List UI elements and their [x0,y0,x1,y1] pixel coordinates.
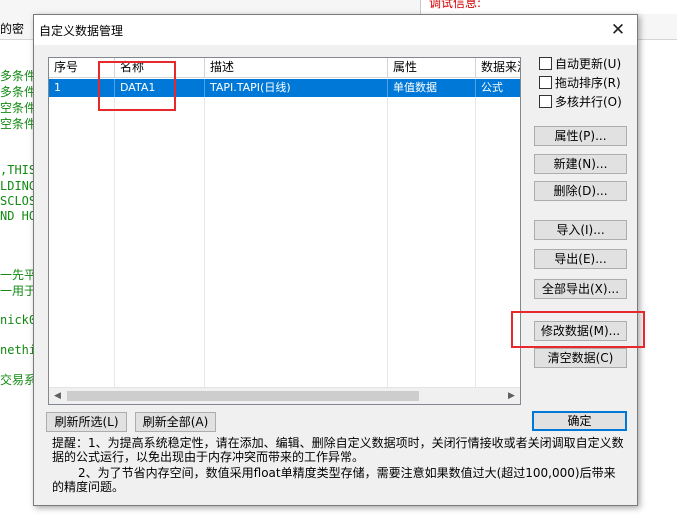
export-all-button[interactable]: 全部导出(X)... [534,279,627,299]
drag-sort-label: 拖动排序(R) [555,75,621,90]
drag-sort-option[interactable]: 拖动排序(R) [539,74,621,90]
code-line: 交易系 [0,373,37,387]
code-line: nick0 [0,313,37,327]
import-button[interactable]: 导入(I)... [534,220,627,240]
column-header-description[interactable]: 描述 [205,58,388,78]
modify-data-button[interactable]: 修改数据(M)... [534,321,627,341]
export-button[interactable]: 导出(E)... [534,249,627,269]
clear-data-button[interactable]: 清空数据(C) [534,348,627,368]
auto-update-option[interactable]: 自动更新(U) [539,55,621,71]
annotation-highlight-name-column [98,61,176,111]
scroll-left-icon[interactable]: ◀ [49,388,66,404]
column-header-source[interactable]: 数据来源 [476,58,520,78]
multi-core-label: 多核并行(O) [555,94,622,109]
column-header-attribute[interactable]: 属性 [388,58,476,78]
scroll-right-icon[interactable]: ▶ [503,388,520,404]
code-line: ,THIS [0,163,37,177]
auto-update-checkbox[interactable] [539,56,552,70]
column-divider [387,97,388,387]
background-menu-text[interactable]: 的密 [0,20,24,37]
code-line: 一先平 [0,268,37,282]
refresh-selected-button[interactable]: 刷新所选(L) [46,412,127,432]
code-line: 多条件 [0,85,37,99]
column-divider [114,97,115,387]
notice-line-1: 提醒：1、为提高系统稳定性，请在添加、编辑、删除自定义数据项时，关闭行情接收或者… [52,436,624,464]
debug-info-label: 调试信息: [429,0,482,10]
cell-description: TAPI.TAPI(日线) [205,79,388,97]
code-line: 空条件 [0,117,37,131]
custom-data-dialog: 自定义数据管理 ✕ 序号 名称 描述 属性 数据来源 1 DATA1 TAPI.… [33,14,645,506]
cell-attribute: 单值数据 [388,79,476,97]
dialog-titlebar[interactable]: 自定义数据管理 ✕ [34,15,637,45]
dialog-title: 自定义数据管理 [39,24,124,38]
code-line: 一用于 [0,284,37,298]
close-button[interactable]: ✕ [607,19,629,41]
multi-core-checkbox[interactable] [539,94,552,108]
code-line: nethi [0,343,37,357]
grid-body [49,97,520,387]
debug-info-panel: 调试信息: [420,0,677,14]
properties-button[interactable]: 属性(P)... [534,126,627,146]
delete-button[interactable]: 删除(D)... [534,181,627,201]
notice-line-2: 2、为了节省内存空间，数值采用float单精度类型存储，需要注意如果数值过大(超… [52,466,616,494]
multi-core-option[interactable]: 多核并行(O) [539,93,622,109]
horizontal-scrollbar[interactable]: ◀ ▶ [49,387,520,404]
code-line: 空条件 [0,101,37,115]
column-divider [204,97,205,387]
refresh-all-button[interactable]: 刷新全部(A) [135,412,216,432]
cell-source: 公式 [476,79,520,97]
column-divider [475,97,476,387]
ok-button[interactable]: 确定 [532,411,627,431]
auto-update-label: 自动更新(U) [555,56,622,71]
new-button[interactable]: 新建(N)... [534,154,627,174]
drag-sort-checkbox[interactable] [539,75,552,89]
scrollbar-thumb[interactable] [67,391,419,401]
code-line: 多条件 [0,69,37,83]
